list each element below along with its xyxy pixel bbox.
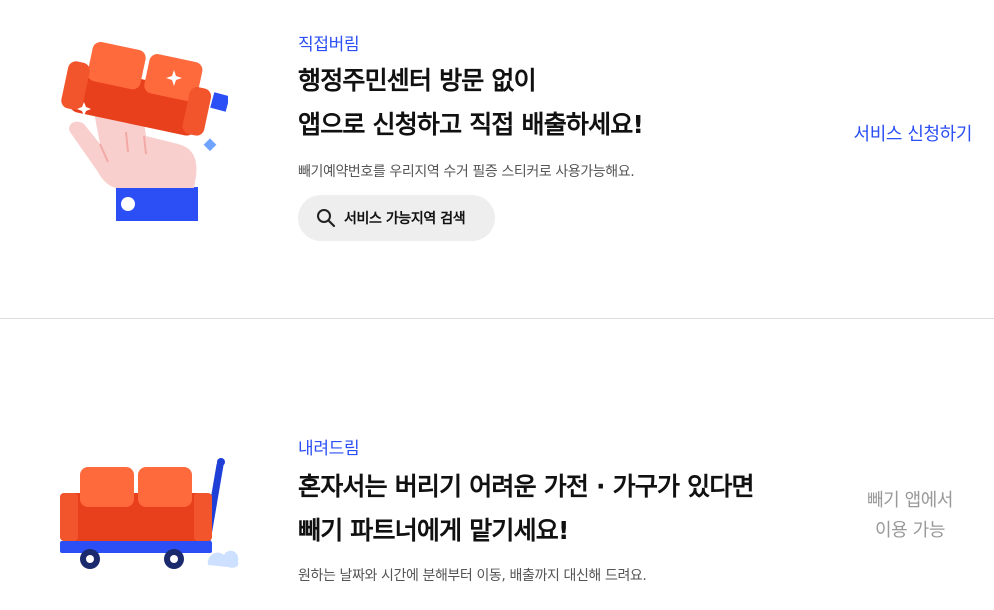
section-description: 원하는 날짜와 시간에 분해부터 이동, 배출까지 대신해 드려요. bbox=[298, 568, 647, 584]
headline-line-1: 행정주민센터 방문 없이 bbox=[298, 66, 537, 95]
service-apply-link[interactable]: 서비스 신청하기 bbox=[854, 120, 973, 146]
headline-line-2: 앱으로 신청하고 직접 배출하세요! bbox=[298, 110, 644, 139]
section-description: 빼기예약번호를 우리지역 수거 필증 스티커로 사용가능해요. bbox=[298, 164, 635, 180]
headline-line-1: 혼자서는 버리기 어려운 가전 · 가구가 있다면 bbox=[298, 472, 755, 501]
headline-line-2: 빼기 파트너에게 맡기세요! bbox=[298, 516, 569, 545]
hand-truck-sofa-illustration bbox=[60, 458, 239, 569]
section-eyebrow: 직접버림 bbox=[298, 35, 360, 55]
service-area-search-label: 서비스 가능지역 검색 bbox=[344, 211, 466, 227]
section-headline: 혼자서는 버리기 어려운 가전 · 가구가 있다면 빼기 파트너에게 맡기세요! bbox=[298, 465, 755, 553]
service-area-search-button[interactable]: 서비스 가능지역 검색 bbox=[298, 195, 495, 241]
search-icon bbox=[316, 208, 336, 228]
hand-holding-sofa-illustration bbox=[61, 41, 228, 221]
app-note-line-2: 이용 가능 bbox=[875, 520, 945, 541]
service-section-direct-disposal: 직접버림 행정주민센터 방문 없이 앱으로 신청하고 직접 배출하세요! 빼기예… bbox=[0, 0, 994, 318]
section-headline: 행정주민센터 방문 없이 앱으로 신청하고 직접 배출하세요! bbox=[298, 59, 644, 147]
app-note-line-1: 빼기 앱에서 bbox=[866, 490, 954, 511]
app-availability-note: 빼기 앱에서 이용 가능 bbox=[846, 486, 974, 546]
section-eyebrow: 내려드림 bbox=[298, 439, 360, 459]
service-section-pickup: 내려드림 혼자서는 버리기 어려운 가전 · 가구가 있다면 빼기 파트너에게 … bbox=[0, 319, 994, 610]
